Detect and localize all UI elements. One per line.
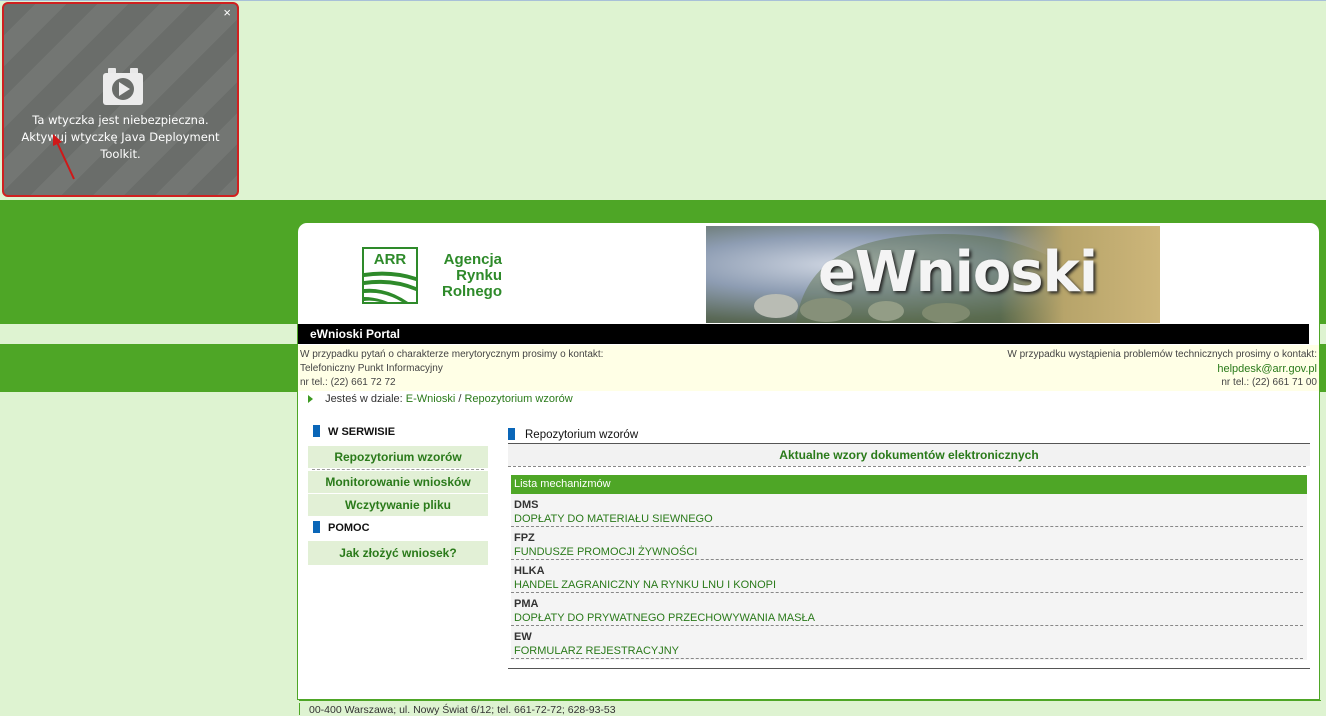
plugin-warning-line1: Ta wtyczka jest niebezpieczna. [32, 113, 209, 127]
contact-left: W przypadku pytań o charakterze merytory… [300, 348, 603, 390]
mechanism-code: DMS [514, 499, 539, 511]
sidebar-item-jak-zlozyc[interactable]: Jak złożyć wniosek? [308, 541, 488, 565]
contact-left-line2: Telefoniczny Punkt Informacyjny [300, 363, 443, 374]
contact-info-bar: W przypadku pytań o charakterze merytory… [298, 345, 1319, 391]
mechanism-code: PMA [514, 598, 539, 610]
breadcrumb: Jesteś w dziale: E-Wnioski / Repozytoriu… [308, 393, 573, 405]
contact-left-line1: W przypadku pytań o charakterze merytory… [300, 349, 604, 360]
footer-divider [299, 700, 1321, 701]
agency-name: Agencja Rynku Rolnego [428, 252, 502, 300]
portal-title: eWnioski Portal [310, 327, 401, 341]
section-marker-icon [313, 425, 320, 437]
list-divider [511, 625, 1303, 626]
agency-name-line: Agencja [443, 251, 502, 268]
list-item-ew[interactable]: EW FORMULARZ REJESTRACYJNY [514, 630, 679, 658]
sidebar-divider [312, 469, 484, 470]
mechanism-code: FPZ [514, 532, 535, 544]
mechanism-name-link[interactable]: HANDEL ZAGRANICZNY NA RYNKU LNU I KONOPI [514, 578, 776, 592]
list-bottom-rule [508, 668, 1310, 669]
mechanism-name-link[interactable]: FORMULARZ REJESTRACYJNY [514, 644, 679, 658]
plugin-warning-text: Ta wtyczka jest niebezpieczna. Aktywuj w… [4, 112, 237, 163]
logo-mark: ARR [374, 251, 407, 268]
mechanism-code: HLKA [514, 565, 545, 577]
mechanism-list-header: Lista mechanizmów [511, 475, 1307, 494]
sidebar-item-repozytorium[interactable]: Repozytorium wzorów [308, 446, 488, 468]
main-subheading: Aktualne wzory dokumentów elektronicznyc… [779, 448, 1039, 462]
subheading-divider [508, 466, 1306, 467]
agency-name-line: Rolnego [442, 283, 502, 300]
close-icon[interactable]: × [223, 6, 231, 20]
sidebar-item-wczytywanie[interactable]: Wczytywanie pliku [308, 494, 488, 516]
helpdesk-email-link[interactable]: helpdesk@arr.gov.pl [1007, 362, 1317, 376]
portal-title-bar: eWnioski Portal [298, 324, 1319, 344]
breadcrumb-separator: / [458, 393, 462, 405]
contact-right: W przypadku wystąpienia problemów techni… [1007, 348, 1317, 390]
main-heading: Repozytorium wzorów [508, 428, 638, 441]
contact-right-phone: nr tel.: (22) 661 71 00 [1221, 377, 1317, 388]
blocked-plugin-overlay[interactable]: × Ta wtyczka jest niebezpieczna. Aktywuj… [2, 2, 239, 197]
breadcrumb-link-ewnioski[interactable]: E-Wnioski [406, 393, 456, 405]
list-divider [511, 526, 1303, 527]
contact-right-line1: W przypadku wystąpienia problemów techni… [1007, 349, 1317, 360]
sidebar-item-monitorowanie[interactable]: Monitorowanie wniosków [308, 471, 488, 493]
list-divider [511, 559, 1303, 560]
sidebar-section-pomoc: POMOC [313, 521, 370, 534]
list-item-hlka[interactable]: HLKA HANDEL ZAGRANICZNY NA RYNKU LNU I K… [514, 564, 776, 592]
sidebar-section-label: W SERWISIE [328, 426, 396, 438]
banner-title: eWnioski [818, 240, 1098, 305]
list-item-pma[interactable]: PMA DOPŁATY DO PRYWATNEGO PRZECHOWYWANIA… [514, 597, 815, 625]
footer: 00-400 Warszawa; ul. Nowy Świat 6/12; te… [299, 703, 616, 716]
main-subheading-box: Aktualne wzory dokumentów elektronicznyc… [508, 444, 1310, 466]
sidebar-section-label: POMOC [328, 522, 370, 534]
contact-left-phone: nr tel.: (22) 661 72 72 [300, 377, 396, 388]
sidebar-section-w-serwisie: W SERWISIE [313, 425, 395, 438]
breadcrumb-link-repozytorium[interactable]: Repozytorium wzorów [464, 393, 572, 405]
breadcrumb-arrow-icon [308, 395, 313, 404]
list-item-dms[interactable]: DMS DOPŁATY DO MATERIAŁU SIEWNEGO [514, 498, 713, 526]
section-marker-icon [508, 428, 515, 440]
arr-logo-icon[interactable]: ARR [362, 247, 418, 304]
footer-bar [299, 703, 300, 715]
mechanism-name-link[interactable]: DOPŁATY DO PRYWATNEGO PRZECHOWYWANIA MAS… [514, 611, 815, 625]
agency-name-line: Rynku [456, 267, 502, 284]
list-divider [511, 658, 1303, 659]
top-border [0, 0, 1326, 1]
plugin-play-icon[interactable] [102, 68, 144, 106]
annotation-arrow-icon [53, 134, 75, 180]
plugin-activate-link[interactable]: Aktywuj wtyczkę Java Deployment Toolkit. [4, 129, 237, 163]
section-marker-icon [313, 521, 320, 533]
main-heading-label: Repozytorium wzorów [525, 429, 639, 441]
breadcrumb-prefix: Jesteś w dziale: [325, 393, 403, 405]
footer-address: 00-400 Warszawa; ul. Nowy Świat 6/12; te… [309, 704, 616, 716]
mechanism-code: EW [514, 631, 532, 643]
mechanism-name-link[interactable]: DOPŁATY DO MATERIAŁU SIEWNEGO [514, 512, 713, 526]
title-bar-end [1309, 324, 1319, 344]
list-divider [511, 592, 1303, 593]
mechanism-name-link[interactable]: FUNDUSZE PROMOCJI ŻYWNOŚCI [514, 545, 697, 559]
list-item-fpz[interactable]: FPZ FUNDUSZE PROMOCJI ŻYWNOŚCI [514, 531, 697, 559]
